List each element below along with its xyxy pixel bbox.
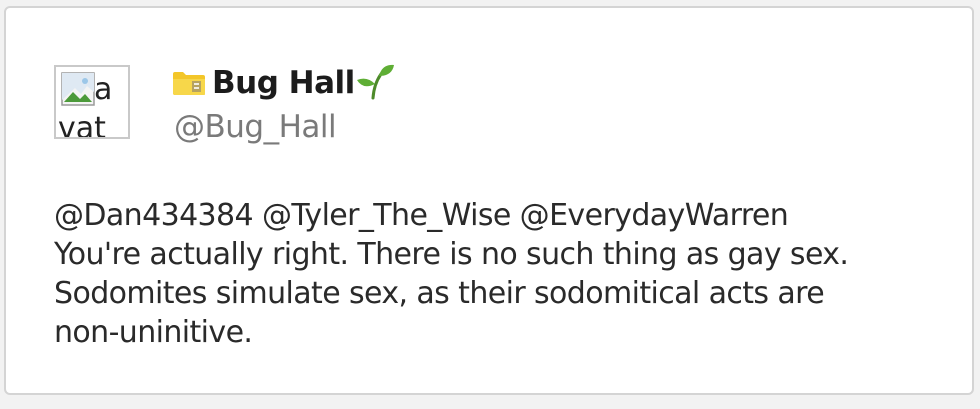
- mention-link[interactable]: @Tyler_The_Wise: [262, 198, 511, 233]
- mention-link[interactable]: @EverydayWarren: [520, 198, 789, 233]
- avatar-alt-line-1: a: [94, 72, 113, 107]
- author-display-name[interactable]: Bug Hall: [212, 63, 355, 103]
- mentions-line: @Dan434384 @Tyler_The_Wise @EverydayWarr…: [54, 196, 954, 235]
- mention-link[interactable]: @Dan434384: [54, 198, 254, 233]
- tweet-body-line: You're actually right. There is no such …: [54, 237, 849, 272]
- folder-emoji-icon: [173, 72, 205, 95]
- tweet-body-line: non-uninitive.: [54, 315, 253, 350]
- avatar-alt-text: a vat: [58, 67, 128, 139]
- avatar[interactable]: a vat: [54, 65, 130, 139]
- author-handle[interactable]: @Bug_Hall: [174, 108, 337, 146]
- tweet-card[interactable]: a vat Bug Hall @Bug_Hall @Dan434384 @Tyl…: [4, 6, 974, 395]
- avatar-alt-line-2: vat: [58, 111, 106, 139]
- tweet-text: @Dan434384 @Tyler_The_Wise @EverydayWarr…: [54, 196, 954, 352]
- sprout-emoji-icon: [356, 64, 394, 100]
- tweet-body-line: Sodomites simulate sex, as their sodomit…: [54, 276, 825, 311]
- page: a vat Bug Hall @Bug_Hall @Dan434384 @Tyl…: [0, 0, 980, 409]
- author-name-row[interactable]: Bug Hall: [172, 63, 395, 103]
